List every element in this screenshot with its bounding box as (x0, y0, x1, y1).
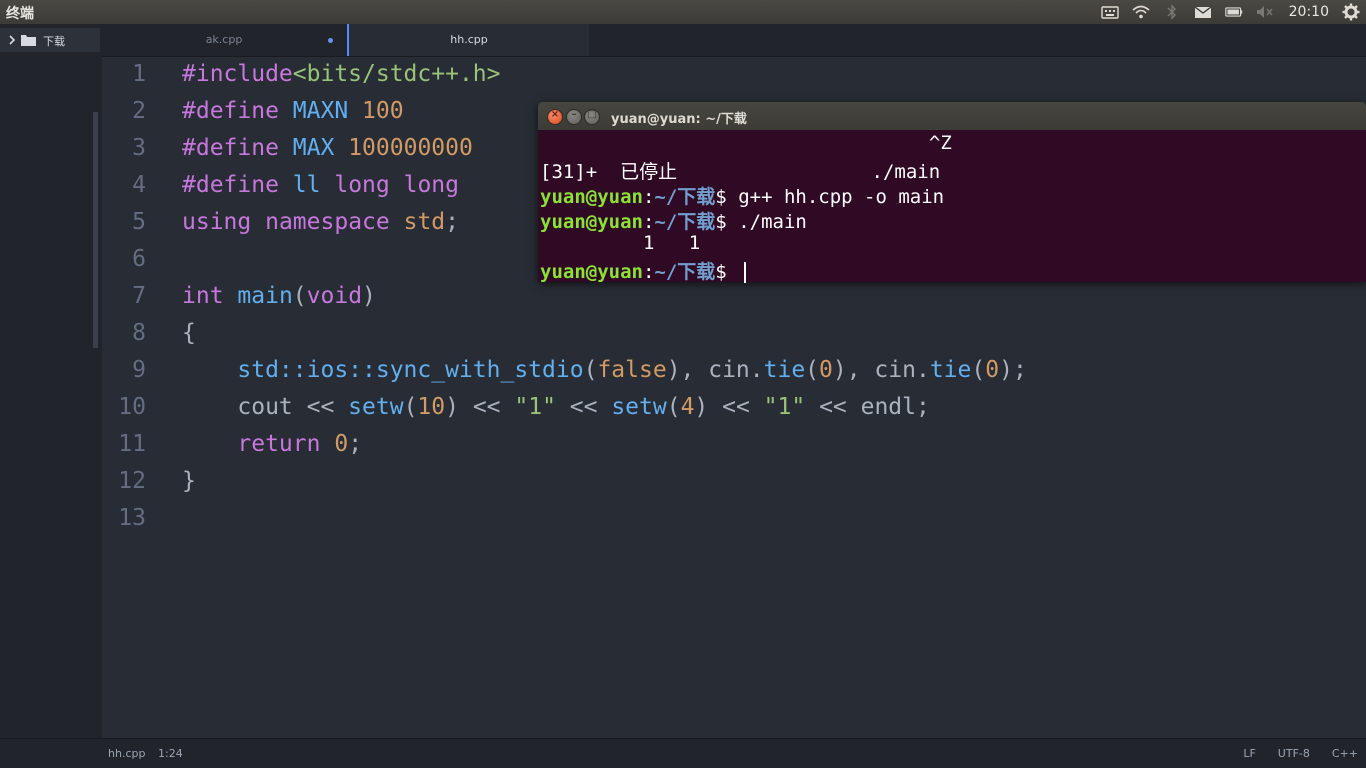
code-line: #include<bits/stdc++.h> (182, 61, 501, 87)
status-cursor-position[interactable]: 1:24 (158, 747, 183, 760)
tab-bar: ak.cpp hh.cpp (102, 24, 1366, 57)
line-number: 13 (118, 505, 146, 531)
volume-muted-icon[interactable] (1256, 3, 1274, 21)
line-number: 2 (132, 98, 146, 124)
line-number: 5 (132, 209, 146, 235)
tree-view: 下载 (0, 24, 102, 738)
app-title: 终端 (6, 6, 34, 22)
line-number: 12 (118, 468, 146, 494)
code-line: { (182, 320, 196, 346)
code-line: int main(void) (182, 283, 376, 309)
prompt-user: yuan@yuan (540, 211, 643, 233)
system-top-bar: 终端 20:10 (0, 0, 1366, 24)
tab-label: ak.cpp (205, 33, 243, 46)
terminal-line: yuan@yuan:~/下载$ ./main (540, 211, 807, 233)
system-tray: 20:10 (1100, 0, 1360, 24)
close-icon: × (550, 109, 560, 120)
tab-hh-cpp[interactable]: hh.cpp (347, 24, 589, 56)
terminal-line: 1 1 (540, 232, 701, 254)
text-cursor (744, 262, 747, 283)
prompt-path: ~/下载 (654, 261, 716, 283)
gear-icon[interactable] (1342, 3, 1360, 21)
status-grammar[interactable]: C++ (1332, 747, 1358, 760)
status-encoding[interactable]: UTF-8 (1278, 747, 1310, 760)
terminal-line: [31]+ 已停止 ./main (540, 161, 941, 183)
wifi-icon[interactable] (1132, 3, 1150, 21)
tab-ak-cpp[interactable]: ak.cpp (102, 24, 346, 56)
close-button[interactable]: × (547, 109, 563, 125)
line-number: 10 (118, 394, 146, 420)
chevron-right-icon[interactable] (8, 34, 16, 46)
terminal-command: g++ hh.cpp -o main (738, 186, 945, 208)
line-number: 4 (132, 172, 146, 198)
minimize-icon: – (571, 109, 577, 120)
terminal-command: ./main (738, 211, 807, 233)
modified-indicator-icon (328, 38, 333, 43)
code-line: #define MAXN 100 (182, 98, 404, 124)
terminal-line: yuan@yuan:~/下载$ (540, 257, 747, 284)
code-line: } (182, 468, 196, 494)
mail-icon[interactable] (1194, 3, 1212, 21)
clock[interactable]: 20:10 (1289, 4, 1329, 20)
line-number: 9 (132, 357, 146, 383)
prompt-user: yuan@yuan (540, 261, 643, 283)
keyboard-icon[interactable] (1100, 3, 1119, 21)
battery-icon[interactable] (1224, 3, 1243, 21)
terminal-line: ^Z (540, 132, 952, 154)
terminal-titlebar[interactable]: × – □ yuan@yuan: ~/下载 (538, 102, 1366, 130)
tree-folder-row[interactable]: 下载 (0, 28, 100, 52)
terminal-line: yuan@yuan:~/下载$ g++ hh.cpp -o main (540, 186, 945, 208)
code-line: using namespace std; (182, 209, 459, 235)
code-line: std::ios::sync_with_stdio(false), cin.ti… (237, 357, 1027, 383)
line-number: 8 (132, 320, 146, 346)
terminal-window[interactable]: × – □ yuan@yuan: ~/下载 ^Z [31]+ 已停止 ./mai… (538, 102, 1366, 284)
code-line: #define MAX 100000000 (182, 135, 473, 161)
terminal-output[interactable]: ^Z [31]+ 已停止 ./main yuan@yuan:~/下载$ g++ … (538, 130, 1366, 284)
line-number: 3 (132, 135, 146, 161)
prompt-path: ~/下载 (654, 186, 716, 208)
bluetooth-icon[interactable] (1163, 3, 1181, 21)
status-file-name[interactable]: hh.cpp (108, 747, 145, 760)
code-line: #define ll long long (182, 172, 459, 198)
terminal-title: yuan@yuan: ~/下载 (611, 112, 747, 127)
prompt-user: yuan@yuan (540, 186, 643, 208)
minimize-button[interactable]: – (566, 109, 582, 125)
folder-icon (21, 35, 36, 46)
tree-folder-label: 下载 (43, 35, 65, 48)
maximize-button[interactable]: □ (584, 109, 600, 125)
tab-label: hh.cpp (450, 33, 488, 46)
tree-scrollbar[interactable] (93, 112, 98, 348)
status-bar: hh.cpp 1:24 LF UTF-8 C++ (0, 738, 1366, 768)
status-line-ending[interactable]: LF (1243, 747, 1255, 760)
line-number: 7 (132, 283, 146, 309)
line-number: 1 (132, 61, 146, 87)
line-number: 11 (118, 431, 146, 457)
code-line: cout << setw(10) << "1" << setw(4) << "1… (237, 394, 930, 420)
status-right-group: LF UTF-8 C++ (1243, 747, 1358, 760)
prompt-path: ~/下载 (654, 211, 716, 233)
code-line: return 0; (237, 431, 363, 457)
line-number: 6 (132, 246, 146, 272)
maximize-icon: □ (587, 109, 597, 120)
